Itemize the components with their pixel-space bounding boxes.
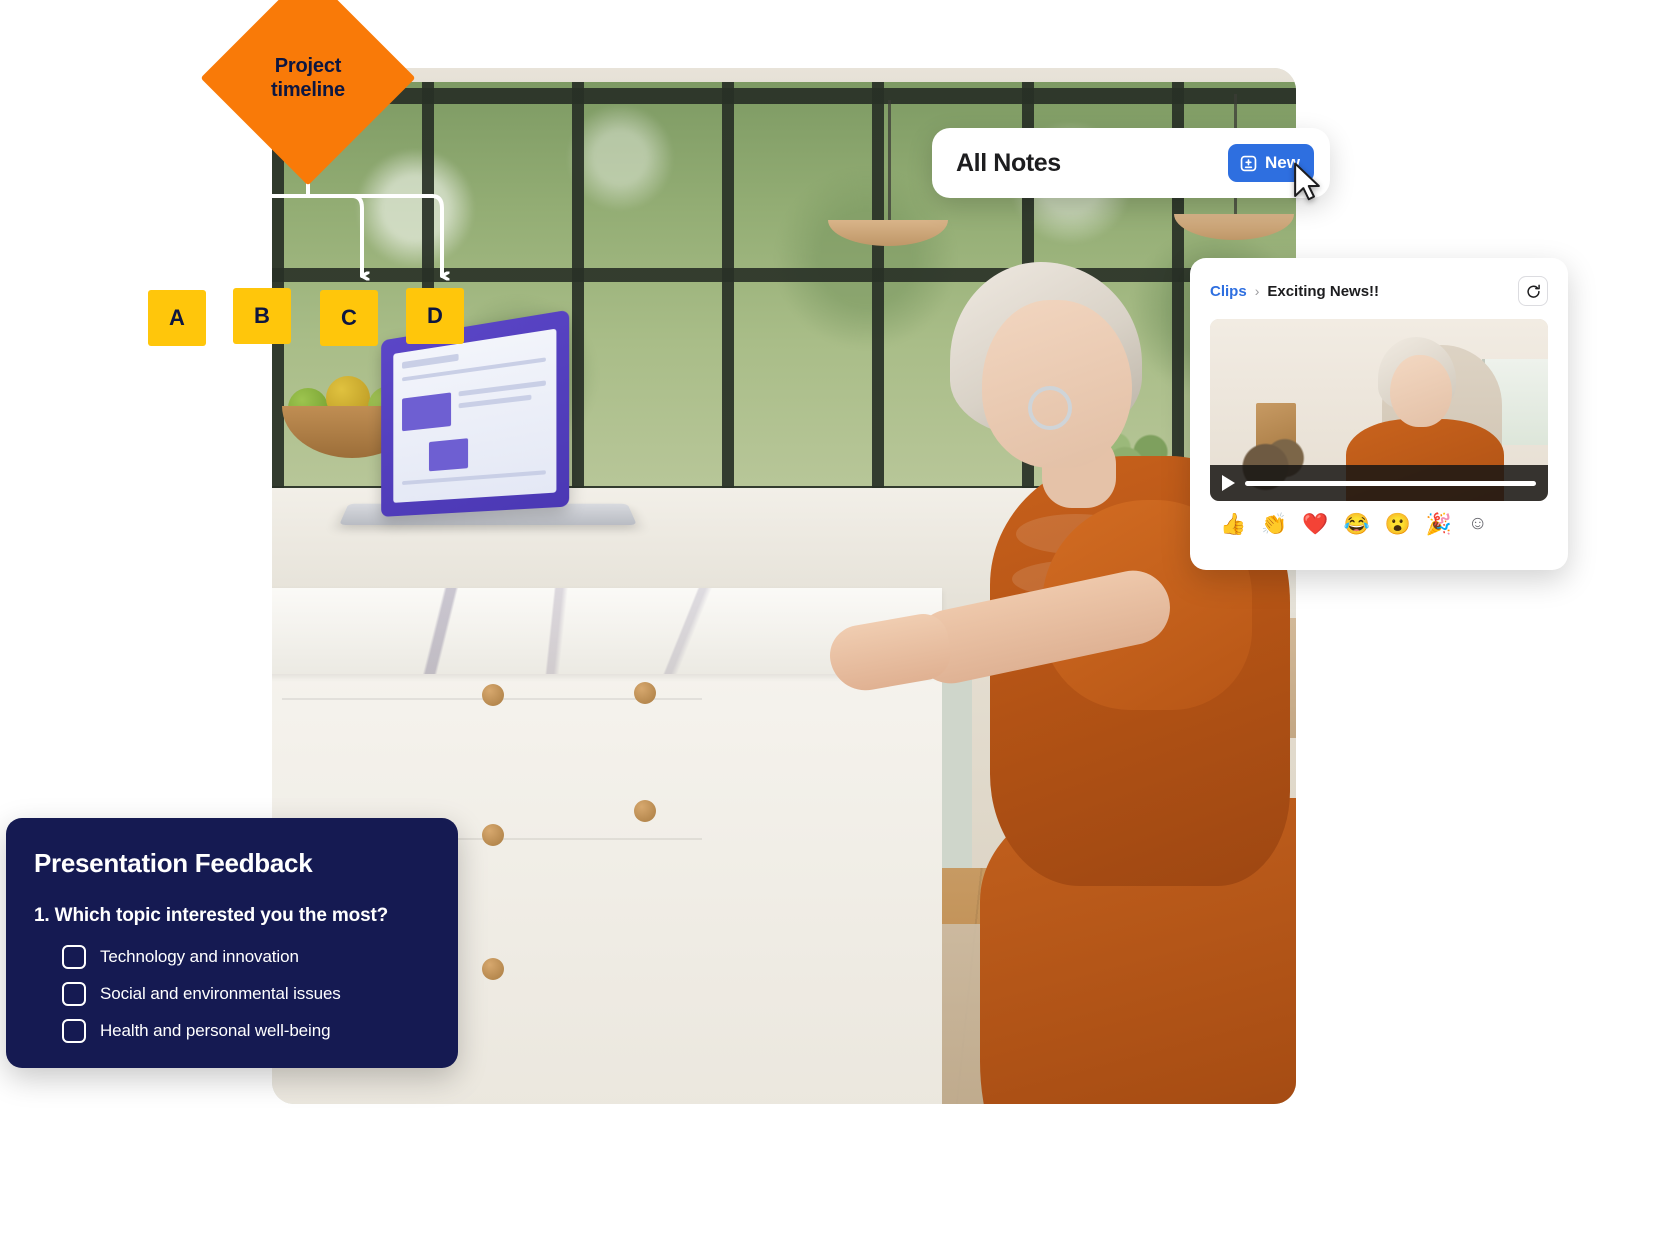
new-note-button-label: New bbox=[1265, 153, 1300, 172]
hoop-earring bbox=[1028, 386, 1072, 430]
heart-emoji[interactable]: ❤️ bbox=[1302, 514, 1328, 535]
feedback-option-1[interactable]: Technology and innovation bbox=[62, 945, 430, 969]
project-timeline-flowchart: Project timeline A B C D bbox=[148, 0, 618, 360]
refresh-button[interactable] bbox=[1518, 276, 1548, 306]
node-label: C bbox=[341, 305, 357, 330]
breadcrumb-separator-icon: › bbox=[1254, 283, 1260, 299]
reaction-bar: 👍 👏 ❤️ 😂 😮 🎉 ☺ bbox=[1210, 513, 1548, 535]
new-note-button[interactable]: New bbox=[1228, 144, 1314, 182]
drawer-knob bbox=[482, 824, 504, 846]
presentation-feedback-card: Presentation Feedback 1. Which topic int… bbox=[6, 818, 458, 1068]
laptop bbox=[339, 309, 692, 566]
checkbox-icon[interactable] bbox=[62, 945, 86, 969]
person-face bbox=[982, 300, 1132, 468]
screen-content-block bbox=[428, 438, 469, 472]
clips-panel: Clips › Exciting News!! 👍 👏 ❤️ 😂 😮 🎉 ☺ bbox=[1190, 258, 1568, 570]
feedback-option-label: Technology and innovation bbox=[100, 947, 299, 966]
composite-scene: Project timeline A B C D All Notes New C… bbox=[0, 0, 1654, 1240]
new-note-icon bbox=[1240, 155, 1257, 171]
all-notes-title: All Notes bbox=[956, 148, 1061, 177]
screen-content-line bbox=[458, 394, 532, 409]
flowchart-node-a[interactable]: A bbox=[148, 290, 206, 346]
feedback-option-label: Social and environmental issues bbox=[100, 984, 341, 1003]
feedback-option-2[interactable]: Social and environmental issues bbox=[62, 982, 430, 1006]
feedback-option-3[interactable]: Health and personal well-being bbox=[62, 1019, 430, 1043]
flowchart-root-label: Project timeline bbox=[232, 2, 384, 154]
clip-video-player[interactable] bbox=[1210, 319, 1548, 501]
play-icon[interactable] bbox=[1222, 475, 1235, 491]
flowchart-node-d[interactable]: D bbox=[406, 288, 464, 344]
feedback-option-label: Health and personal well-being bbox=[100, 1021, 331, 1040]
checkbox-icon[interactable] bbox=[62, 982, 86, 1006]
thumbs-up-emoji[interactable]: 👍 bbox=[1220, 514, 1246, 535]
root-label-line-2: timeline bbox=[271, 79, 345, 101]
drawer-knob bbox=[482, 684, 504, 706]
add-reaction-icon[interactable]: ☺ bbox=[1468, 513, 1487, 535]
feedback-question: 1. Which topic interested you the most? bbox=[34, 905, 389, 926]
person-hand bbox=[825, 610, 955, 696]
video-controls[interactable] bbox=[1210, 465, 1548, 501]
video-scrubber[interactable] bbox=[1245, 480, 1536, 486]
clap-emoji[interactable]: 👏 bbox=[1261, 514, 1287, 535]
flowchart-node-b[interactable]: B bbox=[233, 288, 291, 344]
breadcrumb-current-item: Exciting News!! bbox=[1267, 282, 1380, 300]
screen-content-line bbox=[458, 380, 546, 397]
flowchart-node-c[interactable]: C bbox=[320, 290, 378, 346]
screen-content-line bbox=[402, 470, 546, 486]
drawer-knob bbox=[634, 800, 656, 822]
party-popper-emoji[interactable]: 🎉 bbox=[1426, 514, 1452, 535]
checkbox-icon[interactable] bbox=[62, 1019, 86, 1043]
drawer-knob bbox=[482, 958, 504, 980]
node-label: D bbox=[427, 303, 443, 328]
root-label-line-1: Project bbox=[274, 54, 342, 77]
feedback-title: Presentation Feedback bbox=[34, 848, 313, 878]
node-label: A bbox=[169, 305, 185, 330]
refresh-icon bbox=[1526, 284, 1540, 298]
video-person-face bbox=[1390, 355, 1452, 427]
clips-breadcrumb: Clips › Exciting News!! bbox=[1210, 276, 1548, 306]
breadcrumb-clips-link[interactable]: Clips bbox=[1210, 283, 1247, 300]
drawer-knob bbox=[634, 682, 656, 704]
surprised-emoji[interactable]: 😮 bbox=[1385, 514, 1411, 535]
feedback-options-list: Technology and innovation Social and env… bbox=[34, 945, 430, 1043]
all-notes-panel: All Notes New bbox=[932, 128, 1330, 198]
laughing-emoji[interactable]: 😂 bbox=[1343, 514, 1369, 535]
screen-content-block bbox=[402, 392, 452, 432]
node-label: B bbox=[254, 303, 270, 328]
